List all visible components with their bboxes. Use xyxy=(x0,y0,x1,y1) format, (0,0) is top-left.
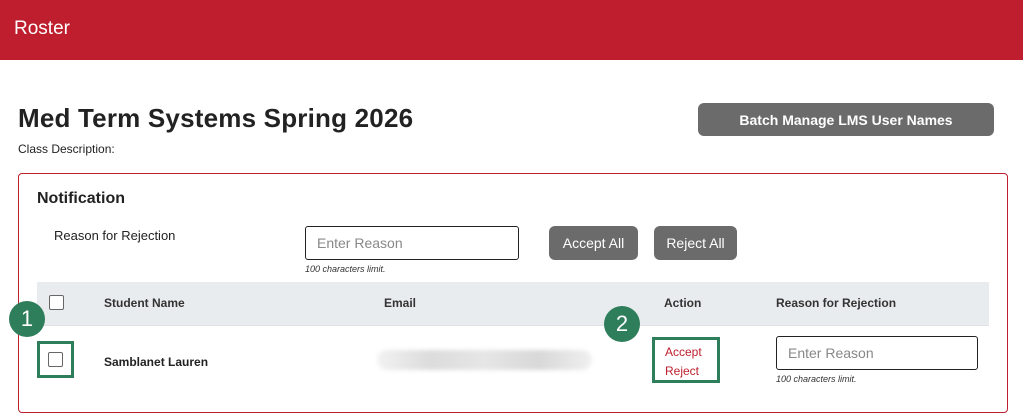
header-title: Roster xyxy=(14,18,70,39)
notification-title: Notification xyxy=(37,190,125,207)
batch-reason-input[interactable] xyxy=(305,226,519,260)
callout-marker-1: 1 xyxy=(9,301,45,337)
reject-all-button[interactable]: Reject All xyxy=(654,226,737,260)
reason-for-rejection-label: Reason for Rejection xyxy=(54,228,176,243)
notification-panel: Notification Reason for Rejection 100 ch… xyxy=(18,173,1008,413)
row-select-checkbox[interactable] xyxy=(48,352,63,367)
callout-marker-2: 2 xyxy=(604,306,640,342)
row-reason-input[interactable] xyxy=(776,336,978,370)
student-name: Samblanet Lauren xyxy=(104,355,209,369)
table-header: Student Name Email Action Reason for Rej… xyxy=(37,282,989,325)
page-title: Med Term Systems Spring 2026 xyxy=(18,103,414,133)
row-character-limit-note: 100 characters limit. xyxy=(776,374,857,384)
action-cell-highlight: Accept Reject xyxy=(652,337,720,383)
column-header-email: Email xyxy=(384,296,417,310)
column-header-action: Action xyxy=(664,296,702,310)
accept-link[interactable]: Accept xyxy=(665,345,702,359)
select-all-checkbox[interactable] xyxy=(49,295,64,310)
character-limit-note: 100 characters limit. xyxy=(305,264,386,274)
column-header-reason: Reason for Rejection xyxy=(776,296,897,310)
email-redacted xyxy=(377,350,592,370)
class-description-label: Class Description: xyxy=(18,142,115,156)
row-divider xyxy=(37,325,989,326)
batch-manage-lms-button[interactable]: Batch Manage LMS User Names xyxy=(698,103,994,136)
accept-all-button[interactable]: Accept All xyxy=(549,226,638,260)
reject-link[interactable]: Reject xyxy=(665,364,699,378)
column-header-student-name: Student Name xyxy=(104,296,185,310)
row-checkbox-highlight xyxy=(37,341,74,378)
app-header: Roster xyxy=(0,0,1023,60)
